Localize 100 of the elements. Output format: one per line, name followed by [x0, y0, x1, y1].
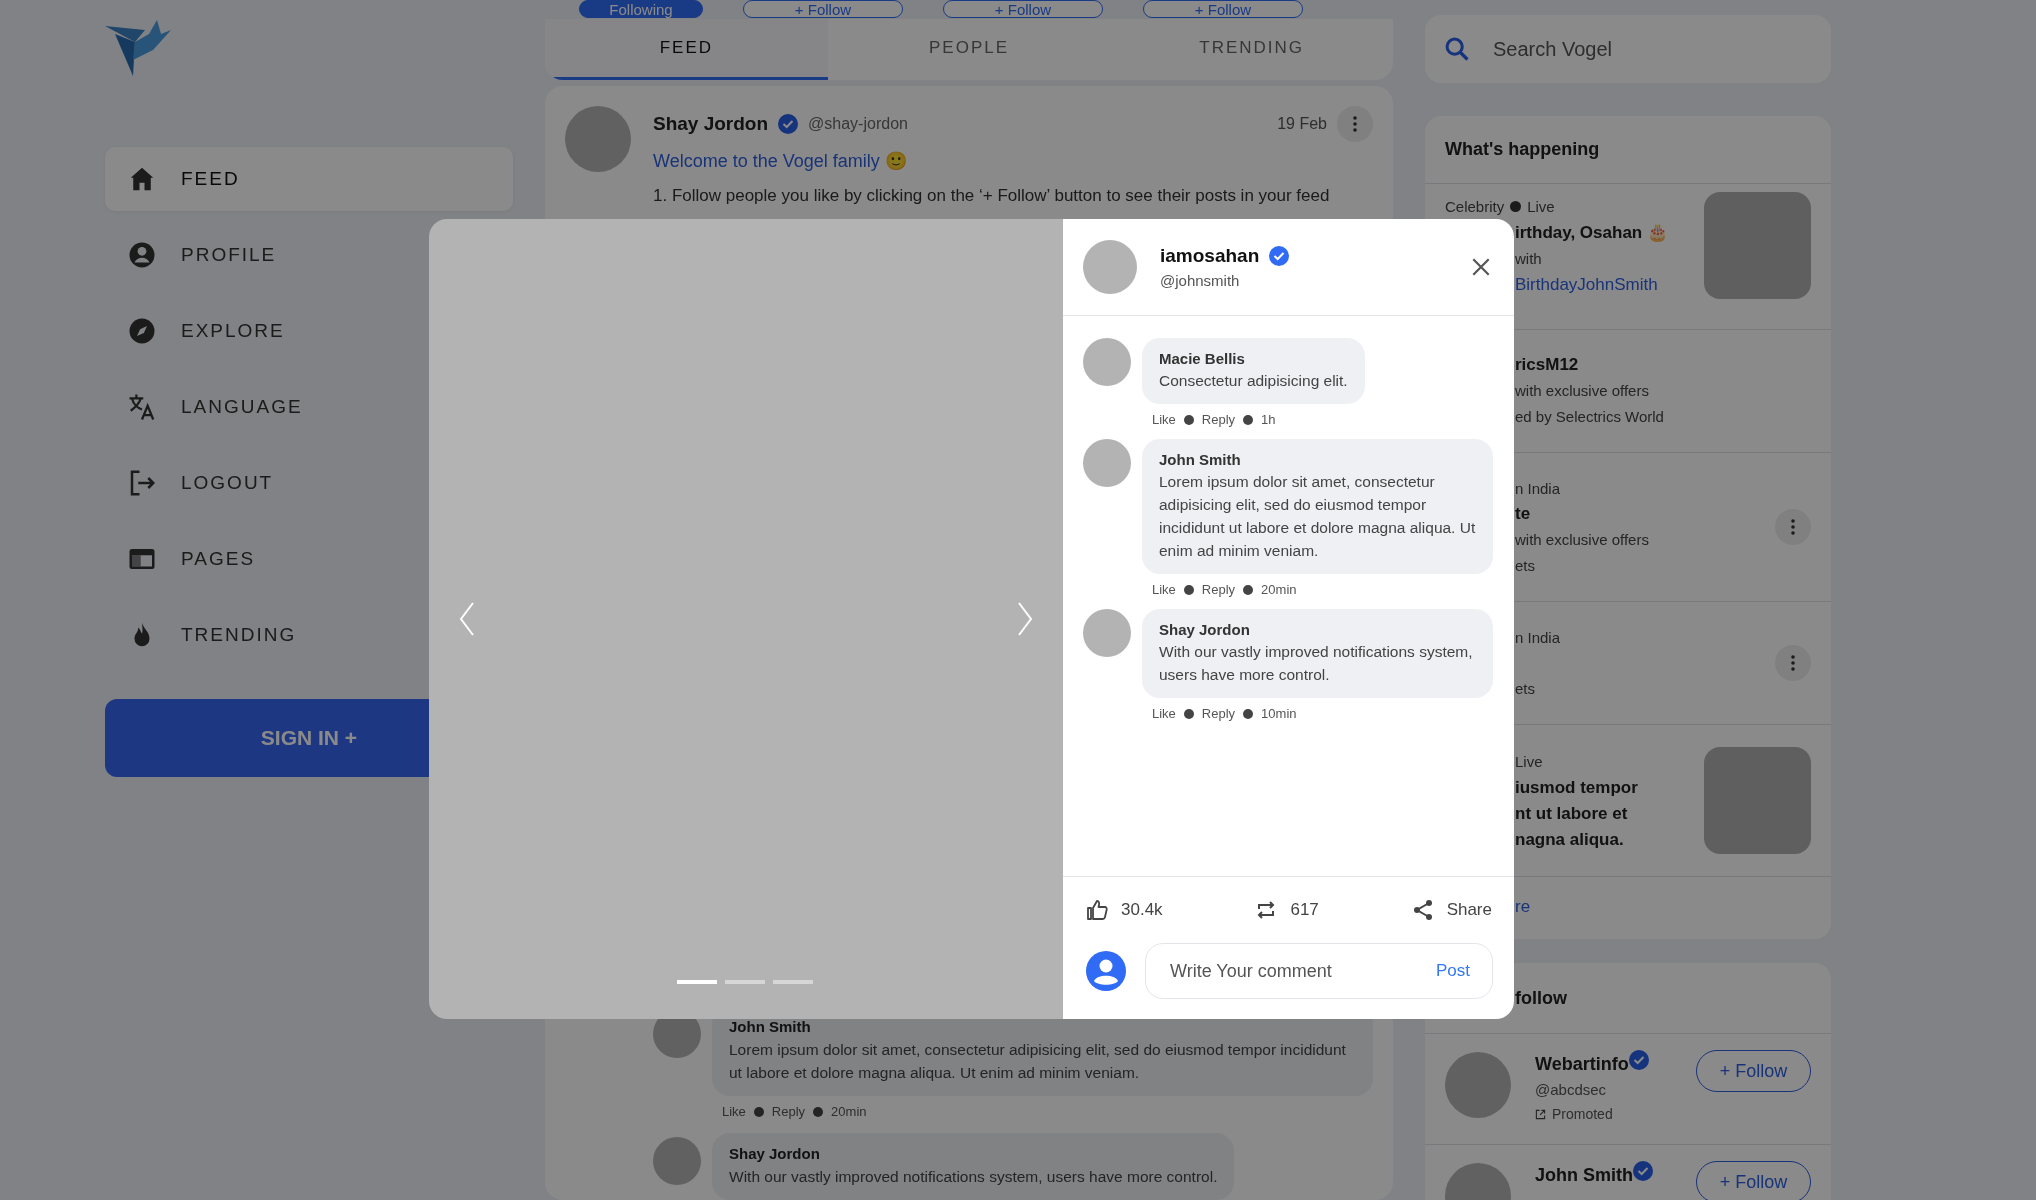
tab[interactable]: PEOPLE	[827, 18, 1111, 80]
trend-title: nagna aliqua.	[1515, 828, 1625, 851]
search-field[interactable]: Search Vogel	[1425, 15, 1831, 83]
follow-button[interactable]: + Follow	[743, 0, 903, 19]
following-button[interactable]: Following	[579, 0, 703, 19]
nav-item[interactable]: EXPLORE	[105, 299, 513, 363]
more-button[interactable]	[1337, 106, 1373, 142]
follow-button[interactable]: + Follow	[1143, 0, 1303, 19]
user-avatar-icon	[1086, 951, 1126, 991]
trend-detail: with exclusive offers	[1515, 530, 1650, 550]
trend-title: ricsM12	[1515, 354, 1580, 376]
dot-separator	[813, 1106, 824, 1117]
avatar	[1083, 338, 1131, 386]
comment-time: 20min	[1261, 582, 1297, 597]
trend-category: n India	[1515, 628, 1561, 646]
comment-action[interactable]: Like	[1152, 706, 1176, 721]
comment-action[interactable]: Like	[722, 1104, 746, 1119]
search-icon	[1443, 35, 1471, 63]
user-handle: @abcdsec	[1535, 1081, 1608, 1098]
dot-separator	[1243, 414, 1254, 425]
nav-item[interactable]: FEED	[105, 147, 513, 211]
external-link-icon	[1535, 1108, 1546, 1120]
close-button[interactable]	[1470, 256, 1492, 278]
vertical-dots-icon	[1791, 519, 1795, 535]
commenter-name: Shay Jordon	[729, 1145, 821, 1162]
person-icon	[127, 240, 157, 270]
nav-item[interactable]: LOGOUT	[105, 451, 513, 515]
dot-separator	[1183, 414, 1194, 425]
comment-action[interactable]: Like	[1152, 582, 1176, 597]
trend-title: nt ut labore et	[1515, 802, 1629, 825]
user-name: Webartinfo	[1535, 1054, 1629, 1074]
more-button[interactable]	[1775, 509, 1811, 545]
dot-separator	[1243, 584, 1254, 595]
trend-detail: with exclusive offers	[1515, 381, 1650, 401]
comment-action[interactable]: Like	[1152, 412, 1176, 427]
comment-time: 20min	[831, 1104, 867, 1119]
avatar	[1083, 609, 1131, 657]
nav-item[interactable]: PROFILE	[105, 223, 513, 287]
nav-item[interactable]: PAGES	[105, 527, 513, 591]
author-handle: @shay-jordon	[808, 115, 908, 133]
comment-action[interactable]: Reply	[1201, 582, 1236, 597]
avatar	[653, 1137, 701, 1185]
card-title: What's happening	[1425, 116, 1831, 184]
comment-action[interactable]: Reply	[1201, 706, 1236, 721]
thumbs-up-icon	[1085, 898, 1109, 922]
dot-separator	[1183, 584, 1194, 595]
dot-separator	[1243, 708, 1254, 719]
card-title: follow	[1515, 987, 1567, 1009]
show-more-link[interactable]: re	[1515, 897, 1531, 917]
trend-title: te	[1515, 503, 1532, 525]
compass-icon	[127, 316, 157, 346]
vertical-dots-icon	[1791, 655, 1795, 671]
commenter-name: John Smith	[1159, 451, 1242, 468]
post-date: 19 Feb	[1277, 115, 1327, 133]
trend-detail: with	[1515, 248, 1543, 269]
trend-category: Celebrity	[1445, 198, 1505, 215]
trend-detail: ets	[1515, 679, 1536, 699]
more-button[interactable]	[1775, 645, 1811, 681]
post-text: 1. Follow people you like by clicking on the ‘+ Follow’ button to see their posts in your feed	[653, 186, 1331, 206]
close-icon	[1470, 256, 1492, 278]
comment-text: Consectetur adipisicing elit.	[1159, 371, 1348, 391]
trend-detail: ed by Selectrics World	[1515, 407, 1665, 427]
trend-detail: ets	[1515, 556, 1536, 576]
vertical-dots-icon	[1353, 116, 1357, 132]
comment-time: 1h	[1261, 412, 1276, 427]
comment-text: With our vastly improved notifications system, users have more control.	[1159, 642, 1474, 685]
commenter-name: John Smith	[729, 1018, 812, 1035]
author-handle: @johnsmith	[1160, 272, 1241, 289]
share-button[interactable]: Share	[1410, 898, 1492, 922]
comment-action[interactable]: Reply	[1201, 412, 1236, 427]
trend-title: iusmod tempor	[1515, 776, 1639, 799]
commenter-name: Macie Bellis	[1159, 350, 1246, 367]
author-name: Shay Jordon	[653, 113, 769, 135]
nav-item[interactable]: TRENDING	[105, 603, 513, 667]
dot-separator	[1510, 201, 1522, 212]
comment-text: With our vastly improved notifications system, users have more control.	[729, 1167, 1218, 1187]
trend-category: Live	[1527, 198, 1555, 215]
comment-time: 10min	[1261, 706, 1297, 721]
comment-text: Lorem ipsum dolor sit amet, consectetur adipisicing elit, sed do eiusmod tempor incididunt ut labore et dolore magna aliqua. Ut enim ad minim veniam.	[729, 1040, 1347, 1083]
author-name: iamosahan	[1160, 245, 1260, 267]
dot-separator	[753, 1106, 764, 1117]
translate-icon	[127, 392, 157, 422]
post-button[interactable]: Post	[1435, 961, 1470, 981]
like-button[interactable]: 30.4k	[1085, 898, 1163, 922]
commenter-name: Shay Jordon	[1159, 621, 1251, 638]
follow-button[interactable]: + Follow	[943, 0, 1103, 19]
tab[interactable]: FEED	[545, 18, 828, 80]
dot-separator	[1183, 708, 1194, 719]
tab[interactable]: TRENDING	[1110, 18, 1393, 80]
nav-item[interactable]: LANGUAGE	[105, 375, 513, 439]
post-greeting: Welcome to the Vogel family 🙂	[653, 150, 908, 172]
trend-title: irthday, Osahan 🎂	[1515, 221, 1669, 244]
hashtag-link[interactable]: BirthdayJohnSmith	[1515, 271, 1704, 298]
search-input[interactable]: Search Vogel	[1491, 36, 1795, 62]
user-name: John Smith	[1535, 1165, 1633, 1185]
trend-category: n India	[1515, 479, 1561, 497]
comment-field[interactable]: Write Your comment Post	[1145, 943, 1493, 999]
comment-text: Lorem ipsum dolor sit amet, consectetur adipisicing elit, sed do eiusmod tempor incididunt ut labore et dolore magna aliqua. Ut enim ad minim veniam.	[1159, 472, 1476, 561]
repost-button[interactable]: 617	[1254, 898, 1319, 922]
comment-action[interactable]: Reply	[771, 1104, 806, 1119]
